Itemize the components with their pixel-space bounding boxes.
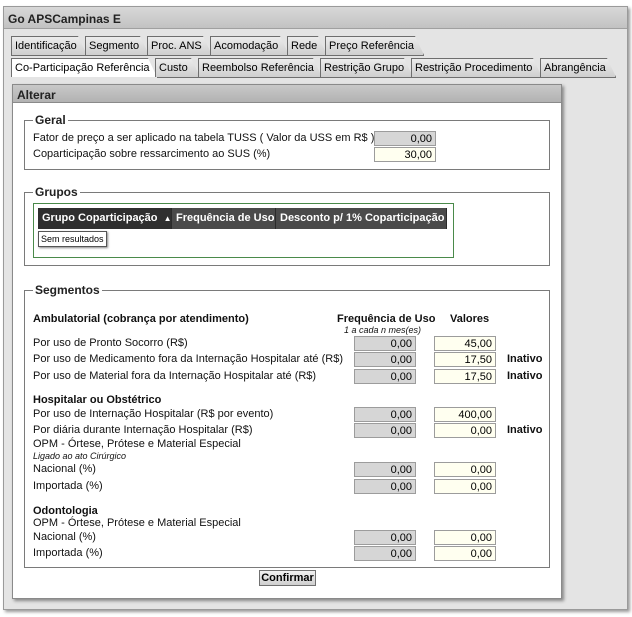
status-inativo: Inativo: [507, 424, 543, 436]
freq-field[interactable]: [354, 462, 416, 477]
freq-field[interactable]: [354, 423, 416, 438]
status-inativo: Inativo: [507, 370, 543, 382]
row-label: Nacional (%): [33, 463, 96, 475]
empty-results-tooltip: Sem resultados: [38, 231, 107, 247]
row-label: Importada (%): [33, 480, 103, 492]
geral-legend: Geral: [33, 113, 68, 127]
freq-field[interactable]: [354, 407, 416, 422]
row-label: Nacional (%): [33, 531, 96, 543]
confirm-button[interactable]: Confirmar: [259, 570, 316, 586]
col-valores-header: Valores: [450, 313, 490, 325]
grupos-grid-header: Grupo Coparticipação ▲ Frequência de Uso…: [38, 208, 447, 229]
panel-title: Alterar: [13, 85, 561, 103]
tab-segmento[interactable]: Segmento: [85, 36, 149, 55]
grupos-legend: Grupos: [33, 185, 80, 199]
fator-label: Fator de preço a ser aplicado na tabela …: [33, 132, 375, 144]
col-grupo-coparticipacao[interactable]: Grupo Coparticipação ▲: [38, 208, 172, 229]
valor-field[interactable]: [434, 546, 496, 561]
tab-preco-referencia[interactable]: Preço Referência: [325, 36, 424, 55]
freq-field[interactable]: [354, 546, 416, 561]
sort-asc-icon: ▲: [163, 214, 172, 223]
segmentos-legend: Segmentos: [33, 283, 102, 297]
valor-field[interactable]: [434, 423, 496, 438]
col-frequencia-subheader: 1 a cada n mes(es): [344, 325, 422, 335]
col-frequencia-header: Frequência de Uso: [337, 313, 436, 325]
tab-proc-ans[interactable]: Proc. ANS: [147, 36, 212, 55]
valor-field[interactable]: [434, 479, 496, 494]
tab-acomodacao[interactable]: Acomodação: [210, 36, 289, 55]
freq-field[interactable]: [354, 352, 416, 367]
valor-field[interactable]: [434, 462, 496, 477]
freq-field[interactable]: [354, 369, 416, 384]
freq-field[interactable]: [354, 530, 416, 545]
status-inativo: Inativo: [507, 353, 543, 365]
row-label: Por diária durante Internação Hospitalar…: [33, 424, 253, 436]
row-label: Por uso de Internação Hospitalar (R$ por…: [33, 408, 274, 420]
valor-field[interactable]: [434, 369, 496, 384]
tab-identificacao[interactable]: Identificação: [11, 36, 87, 55]
tab-coparticipacao-referencia[interactable]: Co-Participação Referência: [11, 58, 157, 77]
valor-field[interactable]: [434, 336, 496, 351]
opme-title: OPM - Órtese, Prótese e Material Especia…: [33, 438, 241, 450]
valor-field[interactable]: [434, 530, 496, 545]
fator-field[interactable]: [374, 131, 436, 146]
window-title: Go APSCampinas E: [4, 7, 627, 29]
hospitalar-title: Hospitalar ou Obstétrico: [33, 394, 162, 406]
coparticipacao-sus-field[interactable]: [374, 147, 436, 162]
tab-restricao-grupo[interactable]: Restrição Grupo: [320, 58, 413, 77]
row-label: Por uso de Pronto Socorro (R$): [33, 337, 188, 349]
valor-field[interactable]: [434, 407, 496, 422]
row-label: Por uso de Medicamento fora da Internaçã…: [33, 353, 343, 365]
freq-field[interactable]: [354, 479, 416, 494]
coparticipacao-sus-label: Coparticipação sobre ressarcimento ao SU…: [33, 148, 271, 160]
tab-restricao-procedimento[interactable]: Restrição Procedimento: [411, 58, 542, 77]
opme-note: Ligado ao ato Cirúrgico: [33, 451, 127, 461]
col-desconto[interactable]: Desconto p/ 1% Coparticipação: [276, 208, 447, 229]
row-label: Por uso de Material fora da Internação H…: [33, 370, 317, 382]
opme-title: OPM - Órtese, Prótese e Material Especia…: [33, 517, 241, 529]
tab-abrangencia[interactable]: Abrangência: [540, 58, 616, 77]
odontologia-title: Odontologia: [33, 505, 98, 517]
tab-reembolso-referencia[interactable]: Reembolso Referência: [198, 58, 322, 77]
geral-section: [24, 120, 550, 170]
tab-divider: [157, 77, 616, 78]
col-grupo-coparticipacao-label: Grupo Coparticipação: [42, 212, 158, 224]
valor-field[interactable]: [434, 352, 496, 367]
row-label: Importada (%): [33, 547, 103, 559]
col-frequencia-uso[interactable]: Frequência de Uso: [172, 208, 276, 229]
tab-divider: [11, 55, 424, 56]
ambulatorial-title: Ambulatorial (cobrança por atendimento): [33, 313, 249, 325]
freq-field[interactable]: [354, 336, 416, 351]
